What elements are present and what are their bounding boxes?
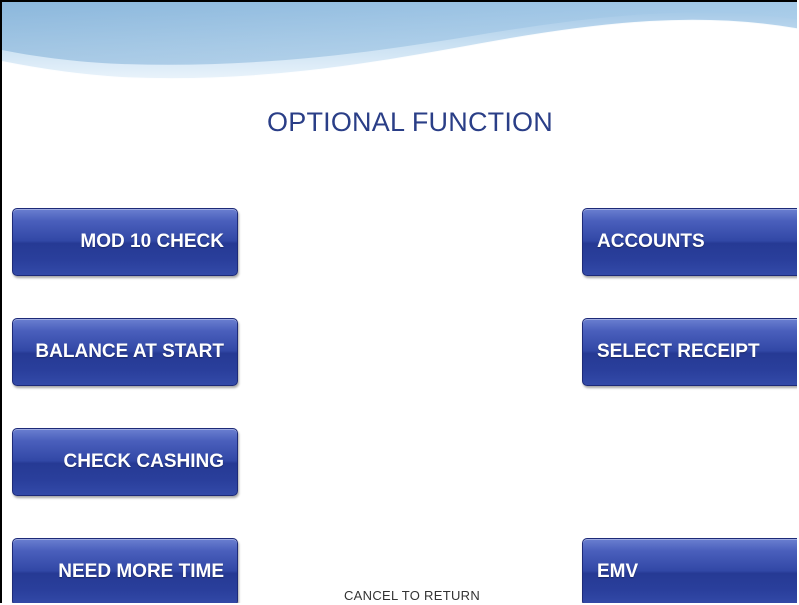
accounts-button[interactable]: ACCOUNTS: [582, 208, 797, 276]
need-more-time-button[interactable]: NEED MORE TIME: [12, 538, 238, 603]
emv-label: EMV: [597, 561, 639, 582]
mod-10-check-button[interactable]: MOD 10 CHECK: [12, 208, 238, 276]
need-more-time-label: NEED MORE TIME: [58, 561, 224, 582]
accounts-label: ACCOUNTS: [597, 231, 705, 252]
cancel-hint: CANCEL TO RETURN: [343, 588, 481, 603]
balance-at-start-button[interactable]: BALANCE AT START: [12, 318, 238, 386]
balance-at-start-label: BALANCE AT START: [35, 341, 224, 362]
page-title: OPTIONAL FUNCTION: [267, 107, 553, 137]
check-cashing-label: CHECK CASHING: [63, 451, 224, 472]
emv-button[interactable]: EMV: [582, 538, 797, 603]
mod-10-check-label: MOD 10 CHECK: [80, 231, 224, 252]
select-receipt-label: SELECT RECEIPT: [597, 341, 760, 362]
select-receipt-button[interactable]: SELECT RECEIPT: [582, 318, 797, 386]
atm-screen: OPTIONAL FUNCTION MOD 10 CHECK BALANCE A…: [0, 0, 797, 603]
check-cashing-button[interactable]: CHECK CASHING: [12, 428, 238, 496]
header-wave-banner: [2, 2, 797, 81]
